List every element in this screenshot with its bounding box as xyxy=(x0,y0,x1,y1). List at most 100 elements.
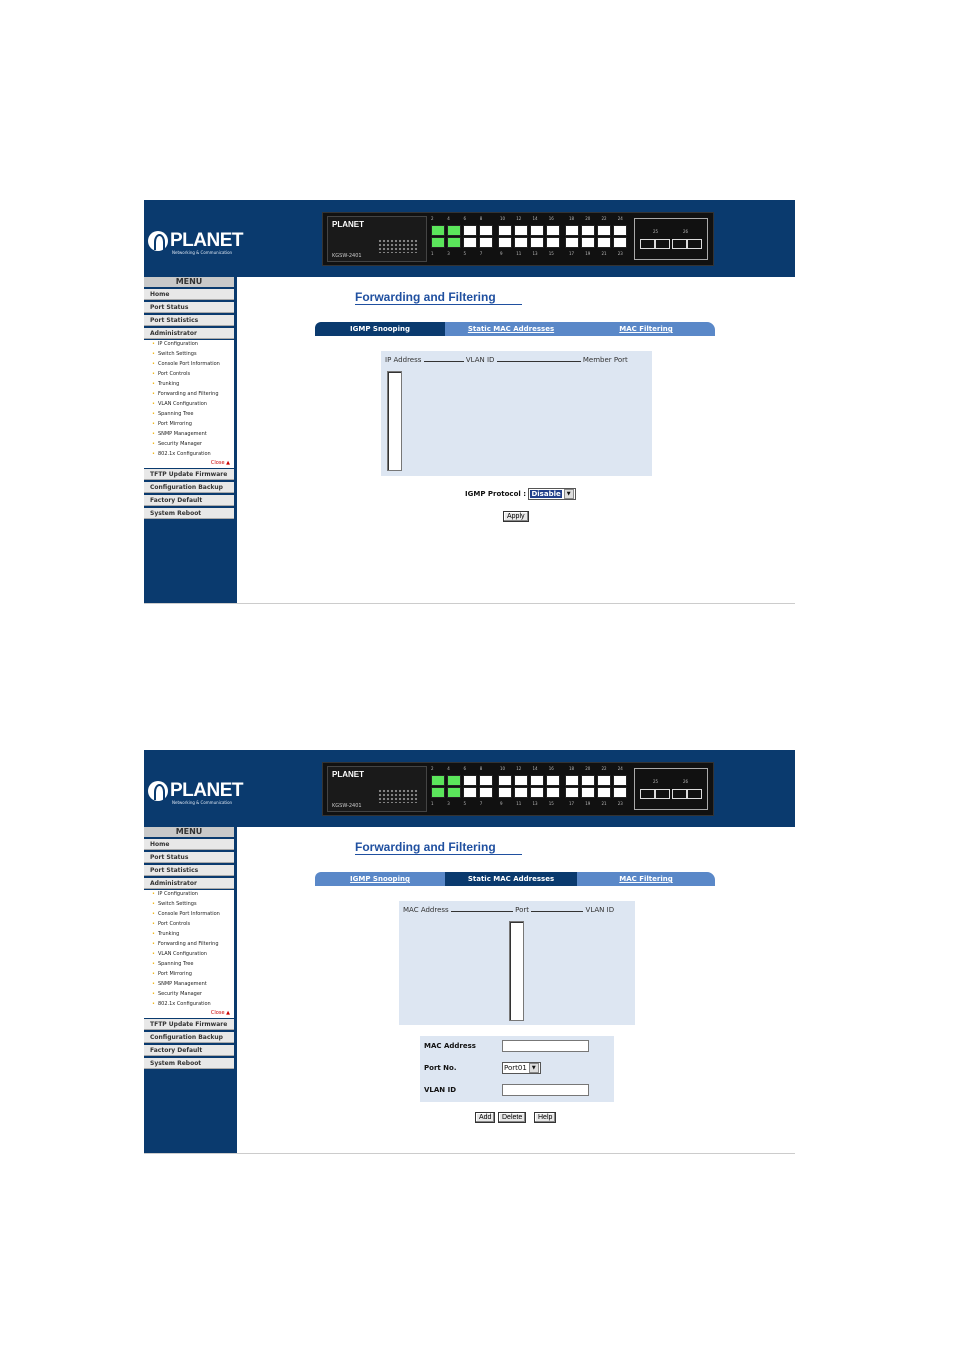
port-number-label: 6 xyxy=(463,216,467,221)
port-number-label: 10 xyxy=(500,216,506,221)
menu-item-configuration-backup[interactable]: Configuration Backup xyxy=(144,1032,234,1043)
port-no-select[interactable]: Port01 ▼ xyxy=(502,1062,541,1074)
add-entry-form: MAC Address Port No. Port01 ▼ VLAN ID xyxy=(420,1036,614,1102)
submenu-snmp-management[interactable]: SNMP Management xyxy=(152,431,207,437)
port-number-label: 10 xyxy=(500,766,506,771)
menu-item-tftp-update-firmware[interactable]: TFTP Update Firmware xyxy=(144,469,234,480)
planet-logo-icon xyxy=(148,781,168,801)
port-number-label: 4 xyxy=(447,216,450,221)
submenu-vlan-configuration[interactable]: VLAN Configuration xyxy=(152,951,207,957)
led-grid xyxy=(378,789,418,803)
close-link[interactable]: Close ▲ xyxy=(211,460,230,466)
up-arrow-icon: ▲ xyxy=(226,460,230,466)
submenu-port-mirroring[interactable]: Port Mirroring xyxy=(152,971,192,977)
delete-button[interactable]: Delete xyxy=(498,1112,527,1123)
menu-item-home[interactable]: Home xyxy=(144,839,234,850)
static-mac-listbox[interactable] xyxy=(509,921,524,1021)
menu-item-home[interactable]: Home xyxy=(144,289,234,300)
port-number-label: 14 xyxy=(532,216,538,221)
submenu-forwarding-and-filtering[interactable]: Forwarding and Filtering xyxy=(152,941,219,947)
submenu-security-manager[interactable]: Security Manager xyxy=(152,991,202,997)
apply-button[interactable]: Apply xyxy=(503,511,529,522)
submenu-trunking[interactable]: Trunking xyxy=(152,381,179,387)
menu-item-factory-default[interactable]: Factory Default xyxy=(144,1045,234,1056)
planet-logo: PLANET Networking & Communication xyxy=(148,780,244,805)
port-number-label: 17 xyxy=(569,801,575,806)
port-number-label: 15 xyxy=(548,251,554,256)
submenu-console-port-information[interactable]: Console Port Information xyxy=(152,911,220,917)
port-number-label: 24 xyxy=(617,216,623,221)
submenu-vlan-configuration[interactable]: VLAN Configuration xyxy=(152,401,207,407)
logo-tagline: Networking & Communication xyxy=(172,800,233,805)
port-number-label: 14 xyxy=(532,766,538,771)
main-content: Forwarding and Filtering IGMP Snooping S… xyxy=(237,827,795,1154)
tab-mac-filtering[interactable]: MAC Filtering xyxy=(577,872,715,886)
igmp-protocol-select[interactable]: Disable ▼ xyxy=(528,488,576,500)
logo-text: PLANET xyxy=(170,780,244,801)
submenu-security-manager[interactable]: Security Manager xyxy=(152,441,202,447)
port-number-label: 2 xyxy=(431,216,434,221)
add-button[interactable]: Add xyxy=(475,1112,496,1123)
submenu-snmp-management[interactable]: SNMP Management xyxy=(152,981,207,987)
menu-item-port-status[interactable]: Port Status xyxy=(144,852,234,863)
menu-item-port-statistics[interactable]: Port Statistics xyxy=(144,865,234,876)
panel-logo: PLANET xyxy=(332,220,364,229)
submenu-ip-configuration[interactable]: IP Configuration xyxy=(152,341,198,347)
col-port: Port xyxy=(515,906,530,914)
mac-address-input[interactable] xyxy=(502,1040,589,1052)
submenu-console-port-information[interactable]: Console Port Information xyxy=(152,361,220,367)
port-number-label: 3 xyxy=(447,801,450,806)
submenu-switch-settings[interactable]: Switch Settings xyxy=(152,351,197,357)
tab-bar: IGMP Snooping Static MAC Addresses MAC F… xyxy=(315,872,715,886)
page-title: Forwarding and Filtering xyxy=(355,290,522,305)
submenu-switch-settings[interactable]: Switch Settings xyxy=(152,901,197,907)
port-number-label: 5 xyxy=(463,801,467,806)
menu-item-configuration-backup[interactable]: Configuration Backup xyxy=(144,482,234,493)
tab-igmp-snooping[interactable]: IGMP Snooping xyxy=(315,322,445,336)
port-number-label: 11 xyxy=(516,251,522,256)
switch-front-panel: PLANET KGSW-2401 2 4 6 8 10 12 14 16 18 20 22 24 13… xyxy=(322,762,714,816)
port-number-label: 20 xyxy=(585,766,591,771)
submenu-8021x-configuration[interactable]: 802.1x Configuration xyxy=(152,1001,211,1007)
port-number-label: 18 xyxy=(569,766,575,771)
tab-mac-filtering[interactable]: MAC Filtering xyxy=(577,322,715,336)
static-mac-table-header: MAC Address Port VLAN ID xyxy=(403,905,631,914)
menu-item-administrator[interactable]: Administrator xyxy=(144,878,234,889)
port-number-label: 4 xyxy=(447,766,450,771)
tab-igmp-snooping[interactable]: IGMP Snooping xyxy=(315,872,445,886)
menu-item-tftp-update-firmware[interactable]: TFTP Update Firmware xyxy=(144,1019,234,1030)
menu-item-system-reboot[interactable]: System Reboot xyxy=(144,508,234,519)
submenu-port-controls[interactable]: Port Controls xyxy=(152,371,190,377)
submenu-port-controls[interactable]: Port Controls xyxy=(152,921,190,927)
col-mac-address: MAC Address xyxy=(403,906,449,914)
port-number-label: 23 xyxy=(617,251,623,256)
port-number-label: 5 xyxy=(463,251,467,256)
help-button[interactable]: Help xyxy=(534,1112,557,1123)
submenu-spanning-tree[interactable]: Spanning Tree xyxy=(152,411,194,417)
port-number-label: 7 xyxy=(479,251,483,256)
col-ip-address: IP Address xyxy=(385,356,422,364)
port-number-label: 17 xyxy=(569,251,575,256)
submenu-ip-configuration[interactable]: IP Configuration xyxy=(152,891,198,897)
up-arrow-icon: ▲ xyxy=(226,1010,230,1016)
menu-item-port-status[interactable]: Port Status xyxy=(144,302,234,313)
tab-static-mac-addresses[interactable]: Static MAC Addresses xyxy=(445,872,577,886)
close-link[interactable]: Close ▲ xyxy=(211,1010,230,1016)
vlan-id-input[interactable] xyxy=(502,1084,589,1096)
logo-text: PLANET xyxy=(170,230,244,251)
igmp-protocol-row: IGMP Protocol : Disable ▼ xyxy=(465,488,576,500)
menu-item-system-reboot[interactable]: System Reboot xyxy=(144,1058,234,1069)
submenu-8021x-configuration[interactable]: 802.1x Configuration xyxy=(152,451,211,457)
port-number-label: 20 xyxy=(585,216,591,221)
tab-static-mac-addresses[interactable]: Static MAC Addresses xyxy=(445,322,577,336)
menu-item-administrator[interactable]: Administrator xyxy=(144,328,234,339)
submenu-forwarding-and-filtering[interactable]: Forwarding and Filtering xyxy=(152,391,219,397)
panel-brand: PLANET KGSW-2401 xyxy=(327,766,427,812)
port-number-label: 18 xyxy=(569,216,575,221)
submenu-trunking[interactable]: Trunking xyxy=(152,931,179,937)
submenu-spanning-tree[interactable]: Spanning Tree xyxy=(152,961,194,967)
igmp-listbox[interactable] xyxy=(387,371,402,471)
menu-item-port-statistics[interactable]: Port Statistics xyxy=(144,315,234,326)
menu-item-factory-default[interactable]: Factory Default xyxy=(144,495,234,506)
submenu-port-mirroring[interactable]: Port Mirroring xyxy=(152,421,192,427)
